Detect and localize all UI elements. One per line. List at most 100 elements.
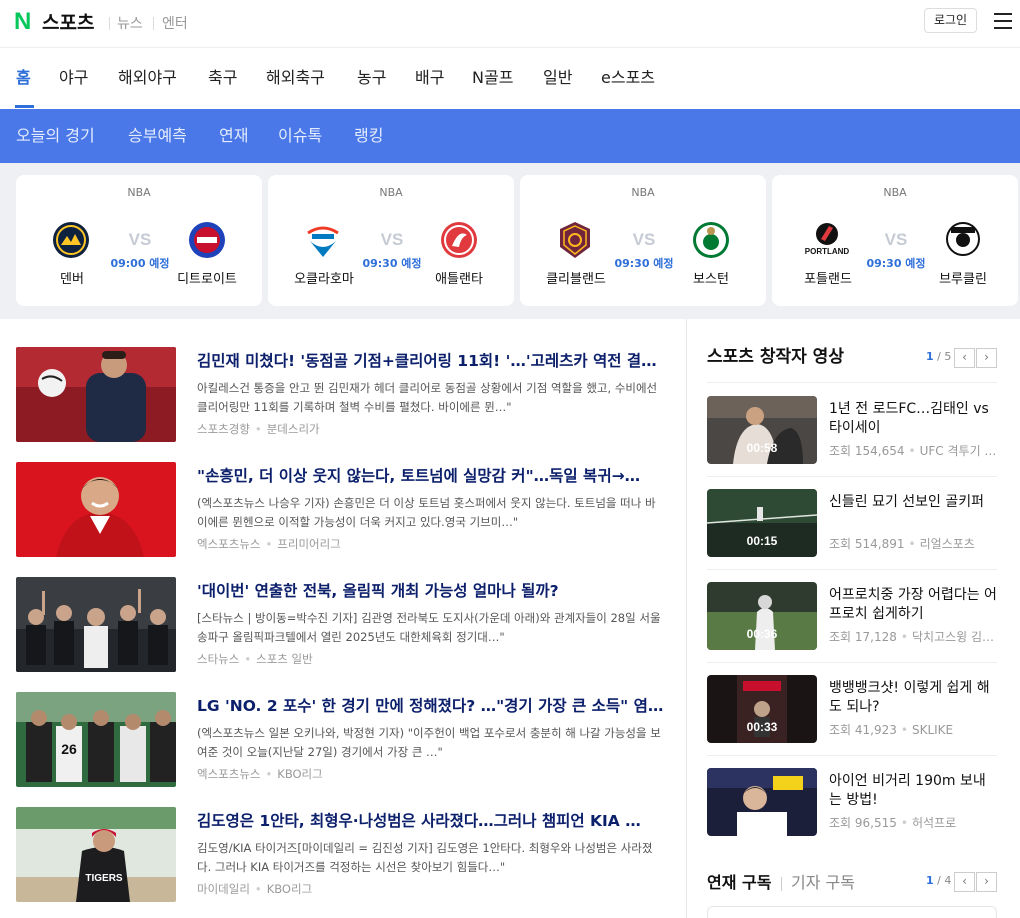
tab-home[interactable]: 홈 <box>16 68 31 88</box>
header-link-news[interactable]: 뉴스 <box>117 15 143 33</box>
news-thumbnail[interactable] <box>16 577 176 672</box>
video-duration: 00:15 <box>746 534 778 548</box>
subtab-ranking[interactable]: 랭킹 <box>354 126 383 146</box>
news-summary[interactable]: (엑스포츠뉴스 나승우 기자) 손흥민은 더 이상 토트넘 홋스퍼에서 웃지 않… <box>197 494 665 532</box>
video-title[interactable]: 어프로치중 가장 어렵다는 어프로치 쉽게하기 <box>829 586 997 624</box>
video-thumbnail[interactable]: 00:33 <box>707 675 817 743</box>
video-thumbnail[interactable]: 00:55 <box>707 768 817 836</box>
news-item[interactable]: 26 LG 'NO. 2 포수' 한 경기 만에 정해졌다? …"경기 가장 큰… <box>16 692 666 788</box>
news-thumbnail[interactable]: TIGERS <box>16 807 176 902</box>
subtab-today-games[interactable]: 오늘의 경기 <box>16 126 95 146</box>
news-source[interactable]: 마이데일리 <box>197 882 250 896</box>
news-title[interactable]: '대이번' 연출한 전북, 올림픽 개최 가능성 얼마나 될까? <box>197 581 667 601</box>
video-item[interactable]: 00:36 어프로치중 가장 어렵다는 어프로치 쉽게하기 조회 17,128 •… <box>707 582 997 650</box>
subscribe-pager: 1 / 4 ‹ › <box>926 872 998 892</box>
news-source[interactable]: 엑스포츠뉴스 <box>197 767 260 781</box>
video-meta: 조회 154,654 • UFC 격투기 … <box>829 444 997 458</box>
tab-general[interactable]: 일반 <box>543 68 572 88</box>
section-divider <box>707 476 997 477</box>
tab-overseas-soccer[interactable]: 해외축구 <box>266 68 325 88</box>
video-channel[interactable]: 리얼스포츠 <box>920 537 975 551</box>
tab-reporter-subscribe[interactable]: 기자 구독 <box>791 873 855 893</box>
video-meta: 조회 514,891 • 리얼스포츠 <box>829 537 975 551</box>
video-title[interactable]: 뱅뱅뱅크샷! 이렇게 쉽게 해도 되나? <box>829 679 997 717</box>
video-title[interactable]: 신들린 묘기 선보인 골키퍼 <box>829 493 997 512</box>
chevron-right-icon[interactable]: › <box>976 348 997 368</box>
news-source[interactable]: 스타뉴스 <box>197 652 239 666</box>
chevron-right-icon[interactable]: › <box>976 872 997 892</box>
video-views: 조회 96,515 <box>829 816 897 830</box>
tab-soccer[interactable]: 축구 <box>208 68 237 88</box>
video-title[interactable]: 아이언 비거리 190m 보내는 방법! <box>829 772 997 810</box>
chevron-left-icon[interactable]: ‹ <box>954 872 975 892</box>
chevron-left-icon[interactable]: ‹ <box>954 348 975 368</box>
tab-baseball[interactable]: 야구 <box>59 68 88 88</box>
game-card[interactable]: NBA PORTLAND VS 09:30 예정 포틀랜드 브루클린 <box>772 175 1018 306</box>
news-summary[interactable]: 김도영/KIA 타이거즈[마이데일리 = 김진성 기자] 김도영은 1안타다. … <box>197 839 665 877</box>
column-divider <box>686 319 687 918</box>
news-title[interactable]: "손흥민, 더 이상 웃지 않는다, 토트넘에 실망감 커"…독일 복귀→… <box>197 466 667 486</box>
news-item[interactable]: TIGERS 김도영은 1안타, 최형우·나성범은 사라졌다…그러나 챔피언 K… <box>16 807 666 903</box>
subscribe-card[interactable] <box>707 906 997 918</box>
section-divider <box>707 662 997 663</box>
team-logo-okc <box>307 226 339 257</box>
video-channel[interactable]: SKLIKE <box>912 723 953 737</box>
news-summary[interactable]: 아킬레스건 통증을 안고 뛴 김민재가 헤더 클리어로 동점골 상황에서 기점 … <box>197 379 665 417</box>
video-meta: 조회 41,923 • SKLIKE <box>829 723 954 737</box>
video-channel[interactable]: UFC 격투기 … <box>920 444 997 458</box>
subtab-series[interactable]: 연재 <box>219 126 248 146</box>
tab-overseas-baseball[interactable]: 해외야구 <box>118 68 177 88</box>
league-label: NBA <box>883 186 907 199</box>
tab-golf[interactable]: N골프 <box>472 68 513 88</box>
naver-logo[interactable]: N <box>14 10 36 34</box>
tab-volleyball[interactable]: 배구 <box>415 68 444 88</box>
video-item[interactable]: 00:55 아이언 비거리 190m 보내는 방법! 조회 96,515 • 허석프… <box>707 768 997 836</box>
sports-home-title[interactable]: 스포츠 <box>42 11 94 35</box>
news-thumbnail[interactable] <box>16 347 176 442</box>
tab-series-subscribe[interactable]: 연재 구독 <box>707 873 771 893</box>
tab-basketball[interactable]: 농구 <box>357 68 386 88</box>
game-card[interactable]: NBA VS 09:30 예정 클리블랜드 보스턴 <box>520 175 766 306</box>
section-divider <box>707 382 997 383</box>
header-divider <box>109 17 110 30</box>
video-item[interactable]: 00:15 신들린 묘기 선보인 골키퍼 조회 514,891 • 리얼스포츠 <box>707 489 997 557</box>
news-thumbnail[interactable]: 26 <box>16 692 176 787</box>
news-thumbnail[interactable] <box>16 462 176 557</box>
video-item[interactable]: 00:33 뱅뱅뱅크샷! 이렇게 쉽게 해도 되나? 조회 41,923 • SKL… <box>707 675 997 743</box>
game-card[interactable]: NBA VS 09:00 예정 덴버 디트로이트 <box>16 175 262 306</box>
game-card[interactable]: NBA VS 09:30 예정 오클라호마 애틀랜타 <box>268 175 514 306</box>
video-thumbnail[interactable]: 00:36 <box>707 582 817 650</box>
menu-icon[interactable] <box>994 13 1012 29</box>
news-item[interactable]: 김민재 미쳤다! '동점골 기점+클리어링 11회! '…'고레츠카 역전 결…… <box>16 347 666 443</box>
league-label: NBA <box>127 186 151 199</box>
away-team: 애틀랜타 <box>435 272 483 287</box>
video-thumbnail[interactable]: 00:15 <box>707 489 817 557</box>
tab-divider <box>781 877 782 891</box>
away-team: 보스턴 <box>693 272 729 287</box>
tab-esports[interactable]: e스포츠 <box>601 68 655 88</box>
news-summary[interactable]: [스타뉴스 | 방이동=박수진 기자] 김관영 전라북도 도지사(가운데 아래)… <box>197 609 665 647</box>
team-logo-brooklyn <box>946 222 980 256</box>
news-title[interactable]: 김민재 미쳤다! '동점골 기점+클리어링 11회! '…'고레츠카 역전 결… <box>197 351 667 371</box>
news-title[interactable]: LG 'NO. 2 포수' 한 경기 만에 정해졌다? …"경기 가장 큰 소득… <box>197 696 667 716</box>
video-thumbnail[interactable]: 00:58 <box>707 396 817 464</box>
section-divider <box>707 569 997 570</box>
news-item[interactable]: "손흥민, 더 이상 웃지 않는다, 토트넘에 실망감 커"…독일 복귀→… (… <box>16 462 666 558</box>
news-summary[interactable]: (엑스포츠뉴스 일본 오키나와, 박정현 기자) "이주헌이 백업 포수로서 충… <box>197 724 665 762</box>
video-views: 조회 154,654 <box>829 444 905 458</box>
news-title[interactable]: 김도영은 1안타, 최형우·나성범은 사라졌다…그러나 챔피언 KIA … <box>197 811 667 831</box>
svg-text:26: 26 <box>61 741 77 757</box>
news-source[interactable]: 스포츠경향 <box>197 422 250 436</box>
vs-label: VS <box>884 230 908 249</box>
subtab-predictions[interactable]: 승부예측 <box>128 126 187 146</box>
active-tab-indicator <box>15 105 34 108</box>
video-title[interactable]: 1년 전 로드FC…김태인 vs 타이세이 <box>829 400 997 438</box>
login-button[interactable]: 로그인 <box>924 8 977 33</box>
header-link-entertainment[interactable]: 엔터 <box>162 15 188 33</box>
news-source[interactable]: 엑스포츠뉴스 <box>197 537 260 551</box>
news-item[interactable]: '대이번' 연출한 전북, 올림픽 개최 가능성 얼마나 될까? [스타뉴스 |… <box>16 577 666 673</box>
video-channel[interactable]: 닥치고스윙 김… <box>912 630 994 644</box>
video-item[interactable]: 00:58 1년 전 로드FC…김태인 vs 타이세이 조회 154,654 • U… <box>707 396 997 464</box>
subtab-issue-talk[interactable]: 이슈톡 <box>278 126 322 146</box>
video-channel[interactable]: 허석프로 <box>912 816 956 830</box>
